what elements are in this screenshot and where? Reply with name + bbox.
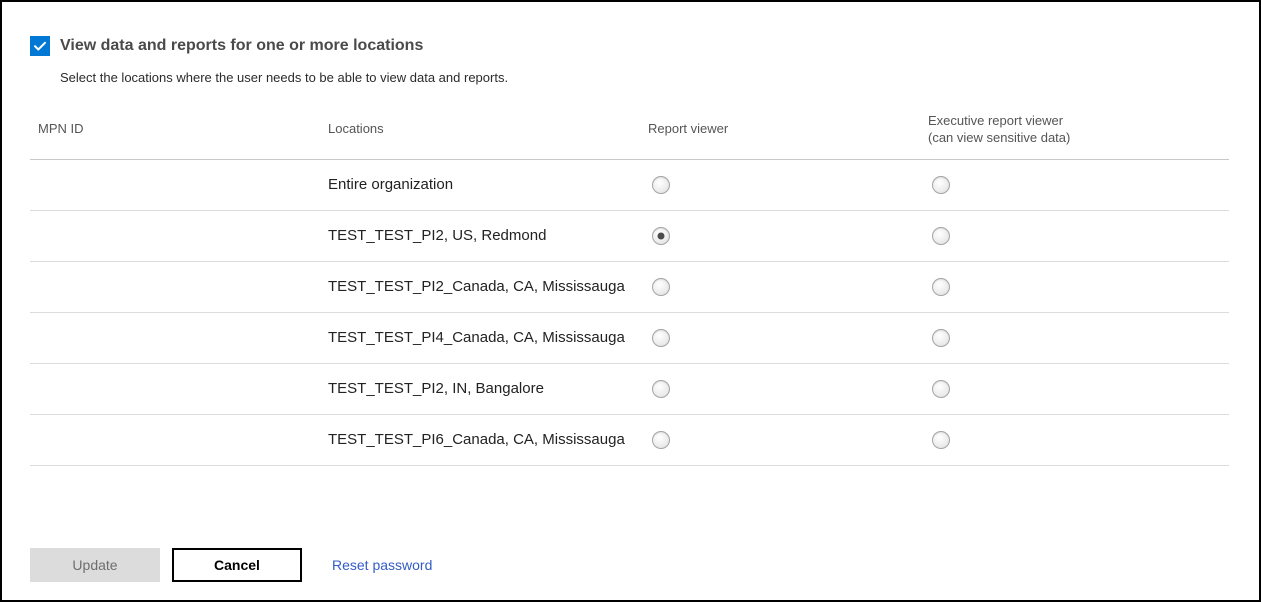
col-exec-viewer-line1: Executive report viewer <box>928 113 1063 128</box>
header-title: View data and reports for one or more lo… <box>60 37 423 55</box>
table-header: MPN ID Locations Report viewer Executive… <box>30 101 1229 160</box>
cell-report-viewer <box>648 176 928 194</box>
permissions-panel: View data and reports for one or more lo… <box>0 0 1261 602</box>
locations-table: MPN ID Locations Report viewer Executive… <box>30 101 1229 466</box>
col-report-viewer: Report viewer <box>648 121 928 138</box>
table-row: TEST_TEST_PI2, IN, Bangalore <box>30 364 1229 415</box>
report-viewer-radio[interactable] <box>652 227 670 245</box>
report-viewer-radio[interactable] <box>652 329 670 347</box>
cell-location: TEST_TEST_PI2, US, Redmond <box>328 227 648 244</box>
cell-location: TEST_TEST_PI4_Canada, CA, Mississauga <box>328 329 648 346</box>
cell-location: TEST_TEST_PI6_Canada, CA, Mississauga <box>328 431 648 448</box>
header-subtext: Select the locations where the user need… <box>60 70 1229 85</box>
cell-report-viewer <box>648 431 928 449</box>
checkmark-icon <box>33 39 47 53</box>
exec-viewer-radio[interactable] <box>932 176 950 194</box>
cell-location: Entire organization <box>328 176 648 193</box>
reset-password-link[interactable]: Reset password <box>332 557 432 573</box>
col-exec-viewer-line2: (can view sensitive data) <box>928 130 1070 145</box>
exec-viewer-radio[interactable] <box>932 380 950 398</box>
cell-exec-viewer <box>928 278 1221 296</box>
exec-viewer-radio[interactable] <box>932 431 950 449</box>
table-body: Entire organization TEST_TEST_PI2, US, Re… <box>30 160 1229 466</box>
actions-bar: Update Cancel Reset password <box>30 548 432 582</box>
report-viewer-radio[interactable] <box>652 176 670 194</box>
table-row: TEST_TEST_PI2, US, Redmond <box>30 211 1229 262</box>
table-row: TEST_TEST_PI4_Canada, CA, Mississauga <box>30 313 1229 364</box>
exec-viewer-radio[interactable] <box>932 278 950 296</box>
cell-exec-viewer <box>928 176 1221 194</box>
cell-location: TEST_TEST_PI2_Canada, CA, Mississauga <box>328 278 648 295</box>
cell-exec-viewer <box>928 227 1221 245</box>
cell-location: TEST_TEST_PI2, IN, Bangalore <box>328 380 648 397</box>
cell-exec-viewer <box>928 329 1221 347</box>
col-exec-viewer: Executive report viewer (can view sensit… <box>928 113 1221 147</box>
table-row: TEST_TEST_PI6_Canada, CA, Mississauga <box>30 415 1229 466</box>
report-viewer-radio[interactable] <box>652 278 670 296</box>
view-data-checkbox[interactable] <box>30 36 50 56</box>
exec-viewer-radio[interactable] <box>932 227 950 245</box>
cell-exec-viewer <box>928 380 1221 398</box>
table-row: Entire organization <box>30 160 1229 211</box>
cell-report-viewer <box>648 278 928 296</box>
report-viewer-radio[interactable] <box>652 431 670 449</box>
exec-viewer-radio[interactable] <box>932 329 950 347</box>
cell-report-viewer <box>648 227 928 245</box>
report-viewer-radio[interactable] <box>652 380 670 398</box>
update-button[interactable]: Update <box>30 548 160 582</box>
col-mpn-id: MPN ID <box>38 121 328 138</box>
cancel-button[interactable]: Cancel <box>172 548 302 582</box>
cell-exec-viewer <box>928 431 1221 449</box>
header-row: View data and reports for one or more lo… <box>30 36 1229 56</box>
cell-report-viewer <box>648 380 928 398</box>
col-locations: Locations <box>328 121 648 138</box>
cell-report-viewer <box>648 329 928 347</box>
table-row: TEST_TEST_PI2_Canada, CA, Mississauga <box>30 262 1229 313</box>
